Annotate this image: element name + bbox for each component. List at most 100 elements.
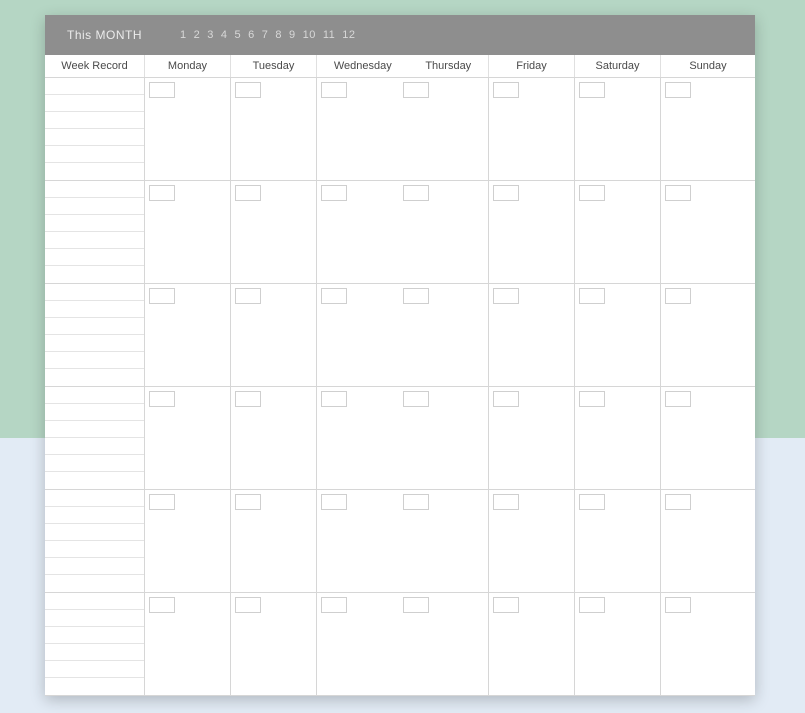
date-box[interactable] (665, 185, 691, 201)
date-box[interactable] (235, 597, 261, 613)
date-box[interactable] (149, 288, 175, 304)
day-cell-wed-thu[interactable] (317, 387, 489, 490)
date-box[interactable] (493, 391, 519, 407)
day-cell-mon[interactable] (145, 387, 231, 490)
date-box[interactable] (665, 597, 691, 613)
date-box[interactable] (579, 494, 605, 510)
day-cell-wed-thu[interactable] (317, 181, 489, 284)
date-box[interactable] (579, 391, 605, 407)
day-cell-sun[interactable] (661, 181, 755, 284)
month-num[interactable]: 12 (342, 29, 355, 41)
day-cell-sun[interactable] (661, 387, 755, 490)
date-box[interactable] (403, 494, 429, 510)
date-box[interactable] (321, 494, 347, 510)
date-box[interactable] (579, 597, 605, 613)
date-box[interactable] (493, 494, 519, 510)
day-cell-sat[interactable] (575, 78, 661, 181)
month-num[interactable]: 2 (194, 29, 201, 41)
date-box[interactable] (321, 185, 347, 201)
month-num[interactable]: 8 (275, 29, 282, 41)
date-box[interactable] (579, 82, 605, 98)
day-cell-wed-thu[interactable] (317, 593, 489, 696)
day-cell-tue[interactable] (231, 78, 317, 181)
date-box[interactable] (403, 288, 429, 304)
month-num[interactable]: 3 (207, 29, 214, 41)
day-cell-fri[interactable] (489, 387, 575, 490)
day-cell-mon[interactable] (145, 284, 231, 387)
month-num[interactable]: 11 (323, 29, 335, 41)
day-cell-tue[interactable] (231, 490, 317, 593)
date-box[interactable] (321, 288, 347, 304)
date-box[interactable] (493, 288, 519, 304)
date-box[interactable] (493, 82, 519, 98)
week-record-cell[interactable] (45, 78, 145, 181)
date-box[interactable] (149, 597, 175, 613)
week-record-cell[interactable] (45, 490, 145, 593)
day-cell-mon[interactable] (145, 181, 231, 284)
day-cell-wed-thu[interactable] (317, 490, 489, 593)
date-box[interactable] (579, 185, 605, 201)
date-box[interactable] (235, 185, 261, 201)
month-num[interactable]: 5 (235, 29, 242, 41)
date-box[interactable] (665, 391, 691, 407)
day-cell-sat[interactable] (575, 284, 661, 387)
day-cell-tue[interactable] (231, 181, 317, 284)
day-cell-sat[interactable] (575, 593, 661, 696)
day-cell-sun[interactable] (661, 284, 755, 387)
date-box[interactable] (321, 391, 347, 407)
month-num[interactable]: 6 (248, 29, 255, 41)
col-thursday: Thursday (425, 60, 471, 72)
date-box[interactable] (493, 597, 519, 613)
week-record-cell[interactable] (45, 387, 145, 490)
day-cell-sun[interactable] (661, 490, 755, 593)
date-box[interactable] (403, 185, 429, 201)
month-num[interactable]: 1 (180, 29, 187, 41)
day-cell-fri[interactable] (489, 181, 575, 284)
stage: This MONTH 1 2 3 4 5 6 7 8 9 10 11 12 We… (0, 0, 805, 713)
date-box[interactable] (235, 82, 261, 98)
date-box[interactable] (149, 391, 175, 407)
day-cell-tue[interactable] (231, 284, 317, 387)
week-record-cell[interactable] (45, 593, 145, 696)
date-box[interactable] (403, 82, 429, 98)
col-wed-thu: Wednesday Thursday (317, 55, 489, 77)
date-box[interactable] (579, 288, 605, 304)
day-cell-mon[interactable] (145, 593, 231, 696)
month-num[interactable]: 7 (262, 29, 269, 41)
day-cell-wed-thu[interactable] (317, 284, 489, 387)
date-box[interactable] (665, 494, 691, 510)
day-cell-tue[interactable] (231, 593, 317, 696)
date-box[interactable] (235, 288, 261, 304)
date-box[interactable] (403, 597, 429, 613)
date-box[interactable] (665, 288, 691, 304)
day-cell-mon[interactable] (145, 78, 231, 181)
day-cell-sun[interactable] (661, 78, 755, 181)
day-cell-sat[interactable] (575, 181, 661, 284)
date-box[interactable] (149, 82, 175, 98)
date-box[interactable] (493, 185, 519, 201)
day-cell-tue[interactable] (231, 387, 317, 490)
date-box[interactable] (403, 391, 429, 407)
date-box[interactable] (321, 597, 347, 613)
date-box[interactable] (149, 185, 175, 201)
date-box[interactable] (235, 391, 261, 407)
day-cell-wed-thu[interactable] (317, 78, 489, 181)
day-cell-sat[interactable] (575, 387, 661, 490)
month-num[interactable]: 4 (221, 29, 228, 41)
day-cell-fri[interactable] (489, 284, 575, 387)
month-num[interactable]: 10 (303, 29, 316, 41)
date-box[interactable] (321, 82, 347, 98)
month-num[interactable]: 9 (289, 29, 296, 41)
day-cell-sat[interactable] (575, 490, 661, 593)
column-headers: Week Record Monday Tuesday Wednesday Thu… (45, 55, 755, 78)
week-record-cell[interactable] (45, 181, 145, 284)
week-record-cell[interactable] (45, 284, 145, 387)
day-cell-fri[interactable] (489, 593, 575, 696)
date-box[interactable] (665, 82, 691, 98)
day-cell-fri[interactable] (489, 78, 575, 181)
day-cell-fri[interactable] (489, 490, 575, 593)
date-box[interactable] (149, 494, 175, 510)
date-box[interactable] (235, 494, 261, 510)
day-cell-mon[interactable] (145, 490, 231, 593)
day-cell-sun[interactable] (661, 593, 755, 696)
